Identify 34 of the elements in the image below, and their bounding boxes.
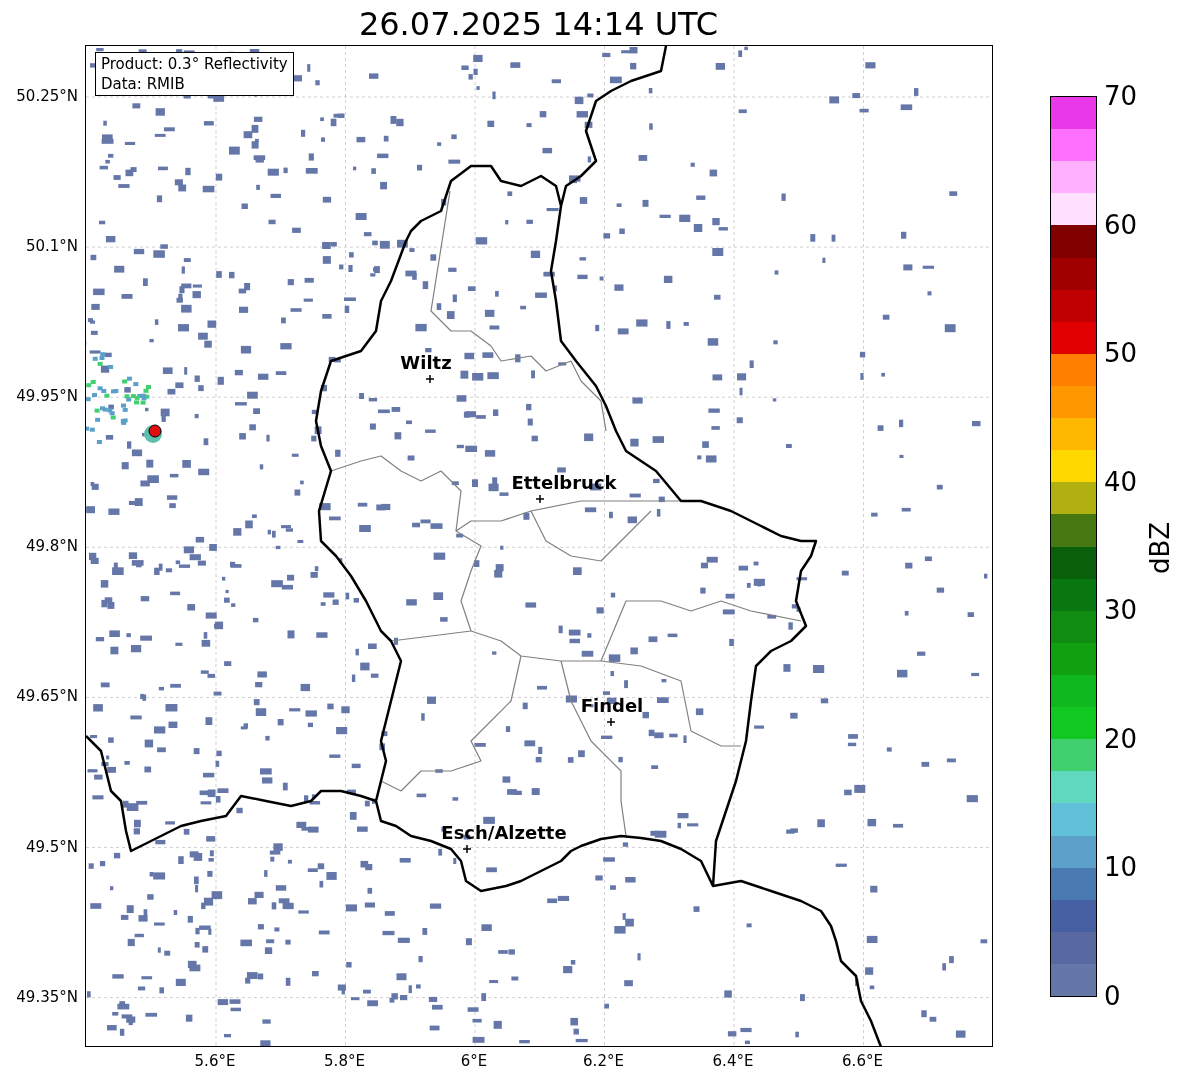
axis-tick-label: 6.2°E (583, 1052, 624, 1070)
info-text: Product: 0.3° Reflectivity (101, 54, 288, 74)
colorbar-label: dBZ (1145, 521, 1175, 575)
axis-tick-label: 49.95°N (16, 387, 78, 406)
axis-tick-label: 6.6°E (842, 1052, 883, 1070)
axis-tick-label: 49.65°N (16, 687, 78, 706)
colorbar-tick-label: 10 (1104, 852, 1138, 883)
axis-tick-label: 50.1°N (25, 237, 78, 256)
colorbar-tick-label: 50 (1104, 338, 1138, 369)
axis-tick-label: 49.8°N (25, 537, 78, 556)
axis-tick-label: 49.35°N (16, 987, 78, 1006)
city-marker-icon (606, 717, 616, 727)
colorbar-tick-label: 30 (1104, 595, 1138, 626)
info-text: Data: RMIB (101, 74, 186, 94)
city-label: Esch/Alzette (441, 823, 567, 843)
colorbar-tick-label: 20 (1104, 723, 1138, 754)
city-label: Ettelbruck (511, 473, 617, 493)
colorbar-tick-label: 0 (1104, 981, 1121, 1011)
city-marker-icon (462, 844, 472, 854)
radar-site-marker (148, 424, 162, 438)
city-label: Wiltz (400, 353, 452, 373)
axis-tick-label: 49.5°N (25, 837, 78, 856)
colorbar-tick-label: 40 (1104, 466, 1138, 497)
axis-tick-label: 5.6°E (194, 1052, 236, 1070)
axis-tick-label: 6°E (460, 1052, 488, 1070)
chart-title: 26.07.2025 14:14 UTC (357, 4, 720, 44)
colorbar-tick-label: 70 (1104, 81, 1138, 111)
city-label: Findel (580, 696, 644, 716)
axis-tick-label: 5.8°E (324, 1052, 365, 1070)
axis-tick-label: 50.25°N (16, 87, 78, 105)
axis-tick-label: 6.4°E (712, 1052, 754, 1070)
city-marker-icon (425, 374, 435, 384)
city-marker-icon (535, 494, 545, 504)
colorbar-tick-label: 60 (1104, 209, 1138, 240)
